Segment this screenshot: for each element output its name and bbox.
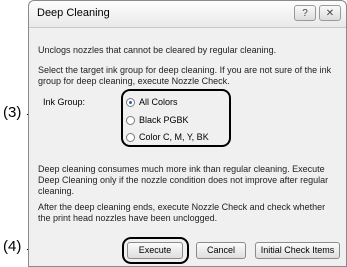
- help-button[interactable]: ?: [294, 5, 316, 21]
- instruction-text: Select the target ink group for deep cle…: [38, 65, 332, 86]
- highlight-oval-execute: [122, 237, 189, 264]
- initial-check-items-button[interactable]: Initial Check Items: [255, 242, 340, 259]
- ink-group-label: Ink Group:: [43, 97, 86, 107]
- callout-3: (3): [3, 104, 22, 121]
- deep-cleaning-dialog: Deep Cleaning ? ✕ Unclogs nozzles that c…: [28, 0, 347, 267]
- description-text: Unclogs nozzles that cannot be cleared b…: [38, 45, 277, 55]
- highlight-oval-ink-group: [121, 89, 231, 147]
- close-button[interactable]: ✕: [319, 5, 341, 21]
- dialog-title: Deep Cleaning: [37, 7, 110, 19]
- cancel-button[interactable]: Cancel: [196, 242, 246, 259]
- callout-4: (4): [3, 238, 22, 255]
- warning-text: Deep cleaning consumes much more ink tha…: [38, 164, 329, 196]
- close-icon: ✕: [325, 8, 335, 19]
- after-cleaning-text: After the deep cleaning ends, execute No…: [38, 202, 326, 223]
- title-bar: Deep Cleaning ? ✕: [29, 1, 346, 28]
- help-icon: ?: [302, 8, 308, 19]
